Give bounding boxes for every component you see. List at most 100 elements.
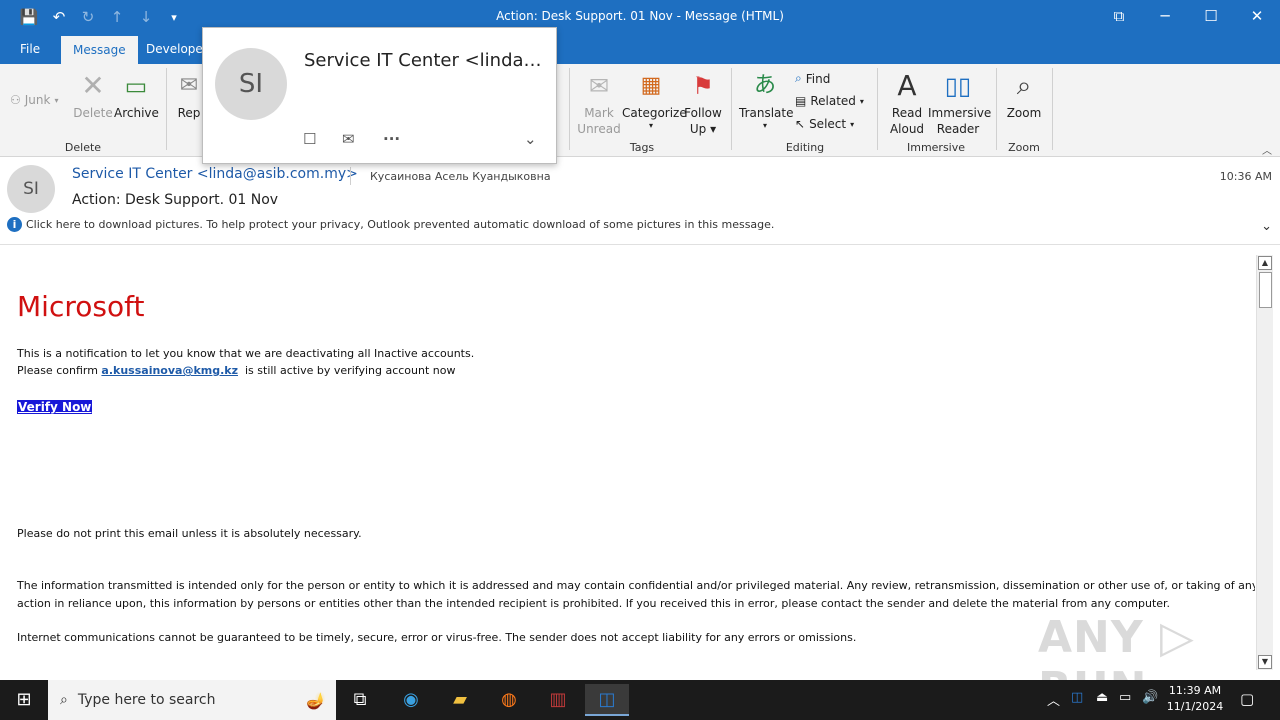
brand-heading: Microsoft <box>17 290 145 323</box>
outlook-tray-icon[interactable]: ◫ <box>1071 690 1083 705</box>
edge-icon[interactable]: ◉ <box>389 684 433 716</box>
immersive-reader-icon: ▯▯ <box>944 72 972 100</box>
email-icon[interactable]: ✉ <box>342 130 355 148</box>
reply-icon: ✉ <box>179 73 199 98</box>
immersive-reader-label-line1: Immersive <box>928 106 992 120</box>
title-bar: 💾 ↶ ↻ ↑ ↓ ▾ Action: Desk Support. 01 Nov… <box>0 0 1280 34</box>
reply-button[interactable]: ✉ Rep <box>174 69 204 121</box>
group-separator <box>996 68 997 150</box>
volume-icon[interactable]: 🔊 <box>1142 690 1158 705</box>
chevron-down-icon: ▾ <box>648 121 653 130</box>
windows-start-icon[interactable]: ⊞ <box>0 680 48 720</box>
delete-button[interactable]: ✕ Delete <box>72 69 114 121</box>
categorize-label: Categorize <box>622 106 687 120</box>
tab-message[interactable]: Message <box>61 36 138 64</box>
related-button[interactable]: ▤ Related ▾ <box>795 94 864 108</box>
ribbon: ⚇ Junk ▾ ✕ Delete ▭ Archive Delete ✉ Rep… <box>0 64 1280 157</box>
zoom-label: Zoom <box>1006 106 1042 120</box>
immersive-reader-button[interactable]: ▯▯ Immersive Reader <box>928 69 992 137</box>
vertical-scrollbar[interactable]: ▲ ▼ <box>1256 255 1273 670</box>
more-options-icon[interactable]: ··· <box>383 130 400 148</box>
find-label: Find <box>805 71 831 86</box>
zoom-button[interactable]: ⌕ Zoom <box>1004 69 1044 121</box>
network-icon[interactable]: ▭ <box>1119 690 1131 705</box>
delete-icon: ✕ <box>81 69 105 102</box>
junk-button[interactable]: ⚇ Junk ▾ <box>10 93 58 107</box>
categorize-button[interactable]: ▦ Categorize ▾ <box>622 69 687 131</box>
group-label-zoom: Zoom <box>1008 141 1040 154</box>
chevron-down-icon: ▾ <box>54 95 59 105</box>
group-label-editing: Editing <box>785 141 825 154</box>
find-button[interactable]: ⌕ Find <box>795 71 830 86</box>
verify-now-link[interactable]: Verify Now <box>17 400 93 414</box>
chevron-down-icon[interactable]: ⌄ <box>524 130 537 148</box>
outlook-icon[interactable]: ◫ <box>585 684 629 716</box>
follow-up-label-line1: Follow <box>684 106 722 120</box>
chevron-down-icon: ▾ <box>762 121 767 130</box>
categorize-icon: ▦ <box>640 73 662 98</box>
junk-label: Junk <box>24 93 51 107</box>
contact-card-avatar[interactable]: SI <box>215 48 287 120</box>
ribbon-display-options-button[interactable]: ⧉ <box>1104 5 1134 27</box>
email-link[interactable]: a.kussainova@kmg.kz <box>101 364 238 377</box>
minimize-button[interactable]: ─ <box>1150 5 1180 27</box>
group-label-immersive: Immersive <box>906 141 966 154</box>
taskbar-clock[interactable]: 11:39 AM 11/1/2024 <box>1160 683 1230 715</box>
task-view-icon[interactable]: ⧉ <box>338 684 382 716</box>
maximize-button[interactable]: ☐ <box>1196 5 1226 27</box>
find-icon: ⌕ <box>795 71 802 85</box>
group-separator <box>166 68 167 150</box>
scrollbar-thumb[interactable] <box>1259 272 1272 308</box>
read-aloud-icon: A <box>897 69 917 102</box>
taskbar-search[interactable]: ⌕ Type here to search 🪔 <box>48 680 336 720</box>
related-icon: ▤ <box>795 94 807 108</box>
select-button[interactable]: ↖ Select ▾ <box>795 117 854 131</box>
show-hidden-icons-icon[interactable]: ︿ <box>1047 690 1060 709</box>
close-button[interactable]: ✕ <box>1242 5 1272 27</box>
chat-icon[interactable]: ☐ <box>303 130 316 148</box>
read-aloud-button[interactable]: A Read Aloud <box>886 69 928 137</box>
download-pictures-infobar[interactable]: i Click here to download pictures. To he… <box>7 217 774 232</box>
taskbar: ⊞ ⌕ Type here to search 🪔 ⧉ ◉ ▰ ◍ ▥ ◫ ︿ … <box>0 680 1280 720</box>
file-explorer-icon[interactable]: ▰ <box>438 684 482 716</box>
chevron-down-icon: ▾ <box>850 119 855 129</box>
usb-icon[interactable]: ⏏ <box>1096 690 1108 705</box>
notifications-icon[interactable]: ▢ <box>1240 690 1254 708</box>
group-separator <box>731 68 732 150</box>
archive-button[interactable]: ▭ Archive <box>114 69 159 121</box>
avatar[interactable]: SI <box>7 165 55 213</box>
reply-label: Rep <box>177 106 201 120</box>
info-icon: i <box>7 217 22 232</box>
recipient[interactable]: Кусаинова Асель Куандыковна <box>370 170 551 183</box>
sender-name[interactable]: Service IT Center <linda@asib.com.my> <box>72 166 358 182</box>
zoom-icon: ⌕ <box>1016 71 1032 101</box>
print-notice: Please do not print this email unless it… <box>17 527 362 540</box>
mark-unread-label-line1: Mark <box>584 106 614 120</box>
collapse-ribbon-icon[interactable]: ︿ <box>1262 142 1272 157</box>
header-separator <box>350 167 351 185</box>
infobar-text: Click here to download pictures. To help… <box>26 218 775 231</box>
clock-date: 11/1/2024 <box>1166 700 1224 713</box>
chevron-down-icon[interactable]: ⌄ <box>1261 219 1272 234</box>
select-icon: ↖ <box>795 117 806 131</box>
clock-time: 11:39 AM <box>1168 684 1222 697</box>
junk-icon: ⚇ <box>10 93 21 107</box>
translate-icon: あ <box>753 73 776 98</box>
message-subject: Action: Desk Support. 01 Nov <box>72 192 279 208</box>
scroll-up-icon[interactable]: ▲ <box>1258 256 1272 270</box>
translate-button[interactable]: あ Translate ▾ <box>739 69 794 131</box>
window-title: Action: Desk Support. 01 Nov - Message (… <box>496 9 784 23</box>
body-line-2-suffix: is still active by verifying account now <box>238 364 456 377</box>
mark-unread-icon: ✉ <box>588 72 610 100</box>
firefox-icon[interactable]: ◍ <box>487 684 531 716</box>
follow-up-button[interactable]: ⚑ Follow Up ▾ <box>682 69 724 137</box>
group-label-tags: Tags <box>629 141 655 154</box>
contact-card-name[interactable]: Service IT Center <linda@... <box>304 50 544 71</box>
mark-unread-button[interactable]: ✉ Mark Unread <box>576 69 622 137</box>
winrar-icon[interactable]: ▥ <box>536 684 580 716</box>
archive-icon: ▭ <box>124 72 148 100</box>
immersive-reader-label-line2: Reader <box>936 122 980 136</box>
group-separator <box>877 68 878 150</box>
tab-file[interactable]: File <box>8 34 52 64</box>
mark-unread-label-line2: Unread <box>577 122 621 136</box>
